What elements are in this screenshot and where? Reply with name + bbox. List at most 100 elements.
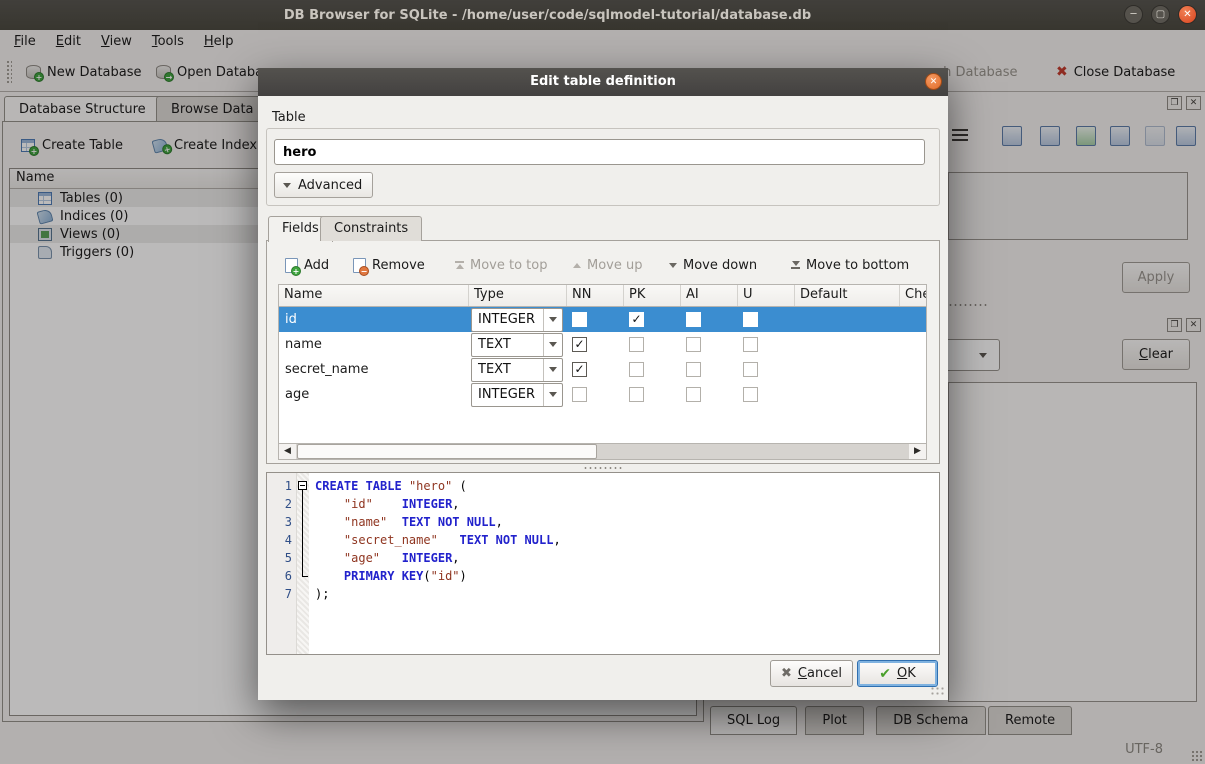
pk-checkbox[interactable]: ✓: [629, 312, 644, 327]
column-header-check[interactable]: Check: [900, 285, 927, 306]
horizontal-scrollbar[interactable]: ◀ ▶: [279, 443, 926, 459]
add-button[interactable]: + Add: [281, 251, 333, 279]
cancel-button[interactable]: ✖ Cancel: [770, 660, 853, 687]
scrollbar-handle[interactable]: [297, 444, 597, 459]
cancel-icon: ✖: [781, 666, 792, 681]
field-type-cell: TEXT: [469, 357, 567, 382]
type-combobox[interactable]: INTEGER: [471, 383, 563, 407]
sql-line: 4 "secret_name" TEXT NOT NULL,: [267, 531, 939, 549]
pk-checkbox[interactable]: [629, 362, 644, 377]
type-value: INTEGER: [472, 384, 543, 406]
pk-checkbox[interactable]: [629, 387, 644, 402]
field-row-name[interactable]: nameTEXT✓: [279, 332, 926, 357]
chevron-down-icon: [543, 384, 562, 406]
column-header-type[interactable]: Type: [469, 285, 567, 306]
sql-line: 2 "id" INTEGER,: [267, 495, 939, 513]
chevron-down-icon: [543, 334, 562, 356]
field-type-cell: INTEGER: [469, 382, 567, 407]
close-window-icon[interactable]: ✕: [1178, 5, 1197, 24]
field-toolbar-label: Move down: [683, 258, 757, 273]
nn-checkbox[interactable]: [572, 387, 587, 402]
u-cell: [738, 382, 795, 407]
nn-cell: ✓: [567, 357, 624, 382]
fields-grid: NameTypeNNPKAIUDefaultCheck idINTEGER✓na…: [278, 284, 927, 460]
line-number: 4: [267, 531, 297, 549]
tab-constraints[interactable]: Constraints: [320, 216, 422, 241]
sql-code-text: "id" INTEGER,: [297, 495, 460, 513]
sql-line: 5 "age" INTEGER,: [267, 549, 939, 567]
nn-checkbox[interactable]: [572, 312, 587, 327]
sql-line: 3 "name" TEXT NOT NULL,: [267, 513, 939, 531]
dialog-close-icon[interactable]: ✕: [925, 73, 942, 90]
scroll-right-icon[interactable]: ▶: [909, 444, 926, 459]
ai-cell: [681, 332, 738, 357]
chevron-down-icon: [283, 183, 291, 188]
u-cell: [738, 307, 795, 332]
pk-cell: [624, 332, 681, 357]
nn-cell: [567, 307, 624, 332]
minimize-icon[interactable]: ─: [1124, 5, 1143, 24]
type-combobox[interactable]: INTEGER: [471, 308, 563, 332]
ai-cell: [681, 357, 738, 382]
remove-button[interactable]: −Remove: [349, 251, 429, 279]
u-checkbox[interactable]: [743, 337, 758, 352]
field-row-secret_name[interactable]: secret_nameTEXT✓: [279, 357, 926, 382]
sql-code-text: "age" INTEGER,: [297, 549, 460, 567]
ai-checkbox[interactable]: [686, 337, 701, 352]
u-checkbox[interactable]: [743, 362, 758, 377]
maximize-icon[interactable]: ▢: [1151, 5, 1170, 24]
move-to-bottom-button[interactable]: Move to bottom: [787, 251, 913, 279]
u-checkbox[interactable]: [743, 312, 758, 327]
u-checkbox[interactable]: [743, 387, 758, 402]
ai-checkbox[interactable]: [686, 362, 701, 377]
type-value: TEXT: [472, 359, 543, 381]
move-up-button[interactable]: Move up: [569, 251, 647, 279]
column-header-name[interactable]: Name: [279, 285, 469, 306]
add-field-icon: +: [285, 258, 298, 273]
field-type-cell: INTEGER: [469, 307, 567, 332]
edit-table-definition-dialog: Edit table definition ✕ Table Advanced F…: [258, 68, 948, 700]
ok-check-icon: ✔: [879, 666, 891, 682]
ai-cell: [681, 382, 738, 407]
column-header-pk[interactable]: PK: [624, 285, 681, 306]
column-header-default[interactable]: Default: [795, 285, 900, 306]
dialog-resize-grip[interactable]: [930, 686, 944, 696]
table-label: Table: [272, 110, 306, 125]
window-titlebar: DB Browser for SQLite - /home/user/code/…: [0, 0, 1205, 30]
ok-button[interactable]: ✔ OK: [857, 660, 938, 687]
splitter-handle[interactable]: [583, 466, 623, 470]
sql-line: 1CREATE TABLE "hero" (: [267, 477, 939, 495]
field-name-cell: id: [279, 307, 469, 332]
scroll-left-icon[interactable]: ◀: [279, 444, 296, 459]
pk-checkbox[interactable]: [629, 337, 644, 352]
type-combobox[interactable]: TEXT: [471, 358, 563, 382]
field-toolbar-label: Move to top: [470, 258, 547, 273]
pk-cell: [624, 357, 681, 382]
field-row-id[interactable]: idINTEGER ✓: [279, 307, 926, 332]
field-row-age[interactable]: ageINTEGER: [279, 382, 926, 407]
move-to-top-button[interactable]: Move to top: [451, 251, 551, 279]
fields-panel: + Add −Remove Move to top Move up Move down Mo…: [266, 240, 940, 464]
nn-checkbox[interactable]: ✓: [572, 362, 587, 377]
column-header-ai[interactable]: AI: [681, 285, 738, 306]
field-toolbar-label: Add: [304, 258, 329, 273]
move-up-icon: [573, 263, 581, 268]
line-number: 1: [267, 477, 297, 495]
table-name-input[interactable]: [274, 139, 925, 165]
advanced-button[interactable]: Advanced: [274, 172, 373, 198]
nn-checkbox[interactable]: ✓: [572, 337, 587, 352]
column-header-nn[interactable]: NN: [567, 285, 624, 306]
column-header-u[interactable]: U: [738, 285, 795, 306]
ai-cell: [681, 307, 738, 332]
type-combobox[interactable]: TEXT: [471, 333, 563, 357]
field-toolbar-label: Remove: [372, 258, 425, 273]
field-toolbar-label: Move up: [587, 258, 643, 273]
type-value: INTEGER: [472, 309, 543, 331]
fold-collapse-icon[interactable]: [298, 481, 307, 490]
sql-preview-editor[interactable]: 1CREATE TABLE "hero" (2 "id" INTEGER,3 "…: [266, 472, 940, 655]
move-bottom-icon: [791, 261, 800, 269]
ai-checkbox[interactable]: [686, 312, 701, 327]
move-down-button[interactable]: Move down: [665, 251, 761, 279]
ai-checkbox[interactable]: [686, 387, 701, 402]
remove-field-icon: −: [353, 258, 366, 273]
